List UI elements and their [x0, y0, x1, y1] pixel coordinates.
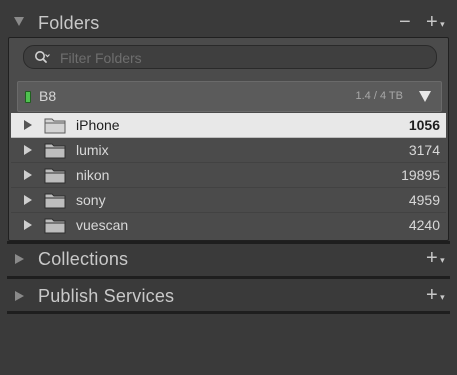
- chevron-down-icon: ▾: [440, 292, 445, 302]
- disclosure-triangle-icon[interactable]: [24, 170, 32, 180]
- volume-name: B8: [39, 88, 57, 104]
- plus-icon: +: [426, 11, 438, 33]
- remove-folder-button[interactable]: −: [399, 12, 411, 32]
- disclosure-triangle-icon[interactable]: [24, 120, 32, 130]
- collapsed-triangle-icon[interactable]: [15, 254, 24, 264]
- folder-name: lumix: [76, 142, 109, 158]
- volume-status-indicator: [25, 91, 31, 103]
- panel-divider: [7, 311, 450, 314]
- folder-row-lumix[interactable]: lumix 3174: [11, 138, 446, 163]
- folder-icon: [44, 218, 66, 234]
- folder-name: iPhone: [76, 117, 120, 133]
- folders-panel: Folders − + ▾ B8 1.4 / 4 TB: [0, 0, 457, 245]
- folder-icon: [44, 193, 66, 209]
- collapsed-triangle-icon[interactable]: [15, 291, 24, 301]
- folder-name: sony: [76, 192, 106, 208]
- folder-row-nikon[interactable]: nikon 19895: [11, 163, 446, 188]
- publish-services-panel-header[interactable]: Publish Services + ▾: [0, 278, 457, 314]
- volume-header[interactable]: B8 1.4 / 4 TB: [17, 81, 442, 112]
- folder-count: 1056: [408, 117, 440, 133]
- folder-row-sony[interactable]: sony 4959: [11, 188, 446, 213]
- publish-services-title: Publish Services: [38, 286, 175, 306]
- add-collection-button[interactable]: + ▾: [426, 247, 445, 269]
- filter-folders-search[interactable]: [23, 45, 437, 69]
- filter-folders-input[interactable]: [58, 48, 422, 68]
- add-publish-service-button[interactable]: + ▾: [426, 284, 445, 306]
- disclosure-triangle-icon[interactable]: [24, 195, 32, 205]
- volume-usage: 1.4 / 4 TB: [355, 90, 404, 102]
- folders-panel-header[interactable]: Folders − + ▾: [0, 4, 457, 40]
- folder-row-iphone[interactable]: iPhone 1056: [11, 113, 446, 138]
- folder-row-vuescan[interactable]: vuescan 4240: [11, 213, 446, 237]
- plus-icon: +: [426, 284, 438, 306]
- folder-count: 4959: [408, 192, 440, 208]
- chevron-down-icon: ▾: [440, 255, 445, 265]
- plus-icon: +: [426, 247, 438, 269]
- folder-count: 19895: [401, 167, 440, 183]
- folder-count: 4240: [408, 217, 440, 233]
- folders-content: B8 1.4 / 4 TB iPhone 1056 lumix: [8, 37, 449, 241]
- folder-list: iPhone 1056 lumix 3174 nikon 19895 sony …: [11, 113, 446, 237]
- folder-icon: [44, 118, 66, 134]
- add-folder-button[interactable]: + ▾: [426, 11, 445, 33]
- folder-icon: [44, 143, 66, 159]
- folders-title: Folders: [38, 13, 100, 33]
- disclosure-triangle-icon[interactable]: [24, 145, 32, 155]
- volume-menu-triangle-icon[interactable]: [419, 91, 431, 102]
- disclosure-triangle-icon[interactable]: [24, 220, 32, 230]
- folder-name: vuescan: [76, 217, 129, 233]
- folder-name: nikon: [76, 167, 110, 183]
- collections-title: Collections: [38, 249, 129, 269]
- folder-icon: [44, 168, 66, 184]
- chevron-down-icon: ▾: [440, 19, 445, 29]
- folder-count: 3174: [408, 142, 440, 158]
- collections-panel-header[interactable]: Collections + ▾: [0, 241, 457, 277]
- expand-triangle-icon[interactable]: [14, 17, 24, 26]
- search-icon[interactable]: [34, 49, 50, 65]
